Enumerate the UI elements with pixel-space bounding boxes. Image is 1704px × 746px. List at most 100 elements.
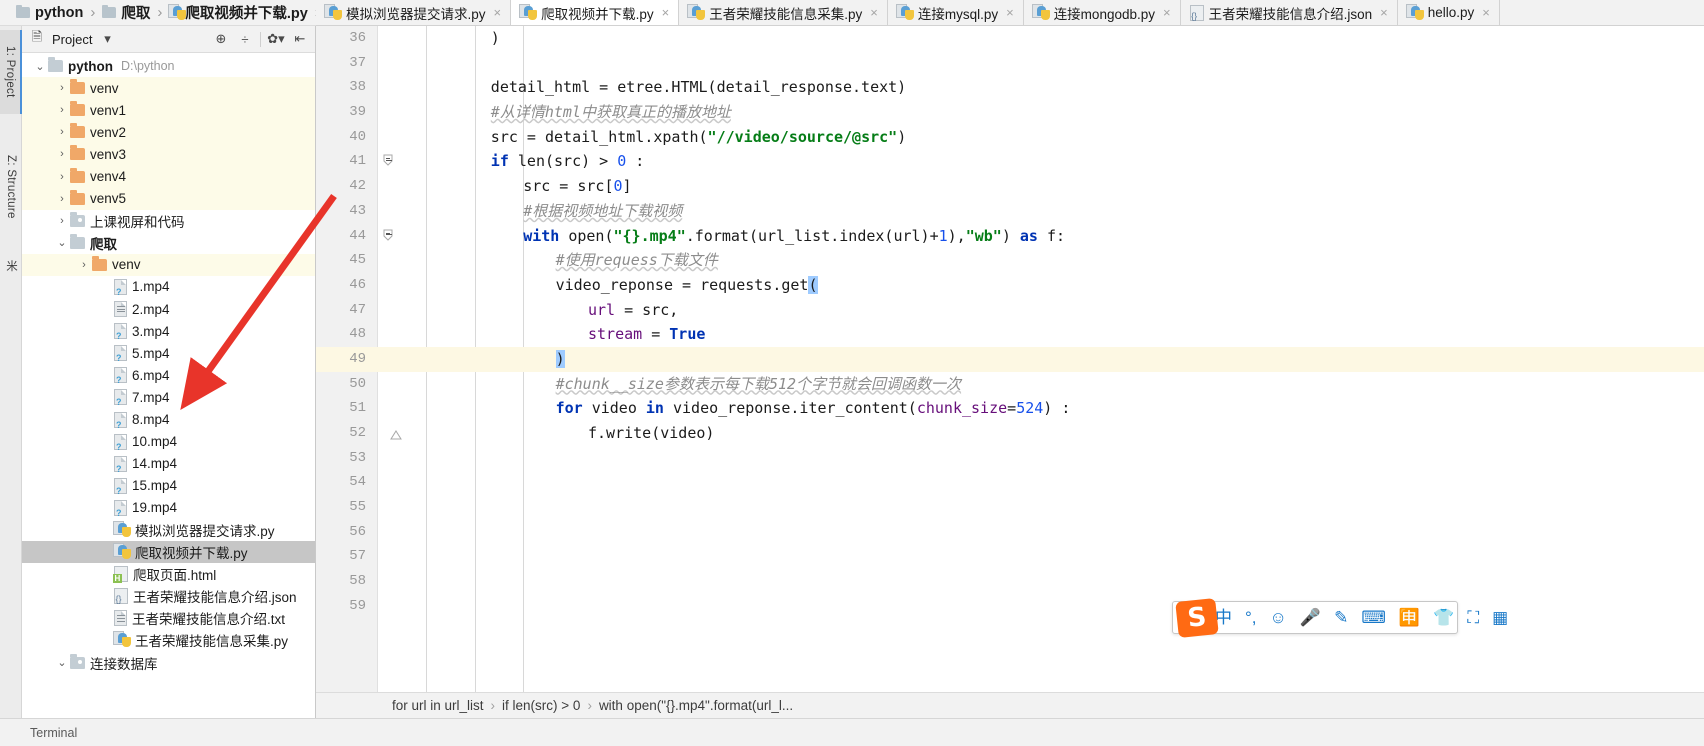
editor-tab-1[interactable]: 爬取视频并下载.py × [511, 0, 680, 25]
tree-item-venv1[interactable]: › venv1 [22, 99, 315, 122]
code-line-48[interactable]: 48 stream = True [316, 322, 1704, 347]
chevron-right-icon[interactable]: › [54, 126, 70, 138]
tree-item-paqu[interactable]: ⌄ 爬取 [22, 232, 315, 254]
code-line-56[interactable]: 56 [316, 520, 1704, 545]
code-line-55[interactable]: 55 [316, 495, 1704, 520]
structure-breadcrumb-item-0[interactable]: for url in url_list [392, 698, 484, 713]
editor-tab-0[interactable]: 模拟浏览器提交请求.py × [316, 0, 512, 25]
punctuation-icon[interactable]: °, [1245, 609, 1257, 626]
close-icon[interactable]: × [494, 5, 502, 20]
tree-item-venv[interactable]: › venv [22, 77, 315, 100]
soft-keyboard-icon[interactable]: ⌨ [1361, 609, 1386, 626]
chevron-right-icon[interactable]: › [54, 104, 70, 116]
code-line-58[interactable]: 58 [316, 569, 1704, 594]
tree-item-mp4-6[interactable]: ? 6.mp4 [22, 364, 315, 386]
code-line-41[interactable]: 41 if len(src) > 0 : [316, 149, 1704, 174]
project-tree[interactable]: ⌄ python D:\python › venv › venv1 › venv2 › venv3 ›… [22, 53, 315, 720]
close-icon[interactable]: × [1163, 5, 1171, 20]
structure-breadcrumb[interactable]: for url in url_list › if len(src) > 0 › with… [316, 692, 1704, 718]
chevron-right-icon[interactable]: › [54, 193, 70, 205]
tree-item-venv3[interactable]: › venv3 [22, 143, 315, 166]
tree-item-mp4-3[interactable]: ? 3.mp4 [22, 320, 315, 342]
rail-button-favorites[interactable]: 米 [0, 240, 22, 292]
breadcrumb-item-folder[interactable]: 爬取 [121, 2, 150, 23]
tree-item-mp4-19[interactable]: ? 19.mp4 [22, 497, 315, 519]
voice-input-icon[interactable]: 🎤 [1300, 609, 1321, 626]
code-editor[interactable]: 36) 37 38 detail_html = etree.HTML(detail_r… [316, 26, 1704, 692]
tree-item-txt-wz[interactable]: 王者荣耀技能信息介绍.txt [22, 607, 315, 629]
rail-button-structure[interactable]: Z: Structure [0, 144, 22, 230]
tree-item-venv4[interactable]: › venv4 [22, 165, 315, 188]
code-line-54[interactable]: 54 [316, 470, 1704, 495]
rail-button-project[interactable]: 1: Project [0, 30, 22, 114]
chevron-right-icon[interactable]: › [54, 82, 70, 94]
code-line-42[interactable]: 42 src = src[0] [316, 174, 1704, 199]
code-line-49[interactable]: 49) [316, 346, 1704, 372]
tree-item-shangke[interactable]: › 上课视屏和代码 [22, 210, 315, 232]
sogou-logo-icon[interactable]: S [1175, 598, 1219, 638]
collapse-all-icon[interactable]: ÷ [236, 30, 254, 48]
fold-toggle[interactable] [384, 427, 402, 440]
chevron-down-icon[interactable]: ⌄ [32, 60, 48, 73]
chevron-right-icon[interactable]: › [54, 215, 70, 227]
editor-tab-5[interactable]: {} 王者荣耀技能信息介绍.json × [1180, 0, 1398, 25]
code-line-40[interactable]: 40 src = detail_html.xpath("//video/sourc… [316, 125, 1704, 150]
tree-item-py-moni[interactable]: 模拟浏览器提交请求.py [22, 519, 315, 541]
code-line-45[interactable]: 45 #使用requess下载文件 [316, 248, 1704, 273]
code-line-57[interactable]: 57 [316, 544, 1704, 569]
code-line-38[interactable]: 38 detail_html = etree.HTML(detail_respon… [316, 75, 1704, 100]
toolbox-icon[interactable]: 👕 [1433, 609, 1454, 626]
chevron-down-icon[interactable]: ⌄ [54, 236, 70, 249]
breadcrumb-item-project[interactable]: python [35, 5, 83, 21]
tree-item-paqu-venv[interactable]: › venv [22, 253, 315, 276]
tree-item-venv5[interactable]: › venv5 [22, 187, 315, 210]
tree-item-json-wz[interactable]: {} 王者荣耀技能信息介绍.json [22, 585, 315, 607]
editor-tab-6[interactable]: hello.py × [1397, 0, 1500, 25]
tree-item-mp4-15[interactable]: ? 15.mp4 [22, 475, 315, 497]
code-line-44[interactable]: 44 with open("{}.mp4".format(url_list.ind… [316, 224, 1704, 249]
editor-tab-3[interactable]: 连接mysql.py × [887, 0, 1024, 25]
hide-panel-icon[interactable]: ⇤ [291, 30, 309, 48]
chevron-right-icon[interactable]: › [54, 148, 70, 160]
apps-icon[interactable]: ▦ [1492, 609, 1508, 626]
tree-item-html-paqu[interactable]: H 爬取页面.html [22, 563, 315, 585]
fold-toggle[interactable] [383, 154, 396, 168]
code-line-50[interactable]: 50 #chunk__size参数表示每下载512个字节就会回调函数一次 [316, 372, 1704, 397]
code-line-36[interactable]: 36) [316, 26, 1704, 51]
editor-tab-4[interactable]: 连接mongodb.py × [1023, 0, 1181, 25]
structure-breadcrumb-item-2[interactable]: with open("{}.mp4".format(url_l... [599, 698, 793, 713]
fold-toggle[interactable] [383, 229, 396, 242]
structure-breadcrumb-item-1[interactable]: if len(src) > 0 [502, 698, 580, 713]
code-line-43[interactable]: 43 #根据视频地址下载视频 [316, 199, 1704, 224]
close-icon[interactable]: × [1380, 5, 1388, 20]
code-line-53[interactable]: 53 [316, 446, 1704, 471]
close-icon[interactable]: × [1006, 5, 1014, 20]
breadcrumb-item-file[interactable]: 爬取视频并下载.py [185, 2, 307, 23]
tree-item-mp4-7[interactable]: ? 7.mp4 [22, 386, 315, 408]
close-icon[interactable]: × [870, 5, 878, 20]
emoji-icon[interactable]: ☺ [1270, 609, 1287, 626]
close-icon[interactable]: × [662, 5, 670, 20]
tree-item-mp4-10[interactable]: ? 10.mp4 [22, 431, 315, 453]
tree-item-mp4-2[interactable]: 2.mp4 [22, 298, 315, 320]
tree-item-python-root[interactable]: ⌄ python D:\python [22, 55, 315, 77]
chevron-right-icon[interactable]: › [76, 259, 92, 271]
chevron-down-icon[interactable]: ⌄ [54, 656, 70, 669]
sogou-ime-toolbar[interactable]: S 中 °, ☺ 🎤 ✎ ⌨ 🈸 👕 ⛶ ▦ [1172, 598, 1508, 638]
tree-item-mp4-5[interactable]: ? 5.mp4 [22, 342, 315, 364]
tree-item-mp4-1[interactable]: ? 1.mp4 [22, 276, 315, 298]
code-line-47[interactable]: 47 url = src, [316, 298, 1704, 323]
tree-item-py-paqu[interactable]: 爬取视频并下载.py [22, 541, 315, 564]
target-icon[interactable]: ⊕ [212, 30, 230, 48]
tree-item-mp4-8[interactable]: ? 8.mp4 [22, 409, 315, 431]
code-line-46[interactable]: 46 video_reponse = requests.get( [316, 273, 1704, 298]
code-line-37[interactable]: 37 [316, 51, 1704, 76]
tree-item-lianjie-db[interactable]: ⌄ 连接数据库 [22, 652, 315, 674]
chevron-down-icon[interactable]: ▾ [98, 30, 116, 48]
screenshot-icon[interactable]: ⛶ [1467, 609, 1479, 626]
close-icon[interactable]: × [1482, 5, 1490, 20]
handwriting-icon[interactable]: ✎ [1334, 609, 1348, 626]
code-lines[interactable]: 36) 37 38 detail_html = etree.HTML(detail_r… [316, 26, 1704, 692]
editor-tab-2[interactable]: 王者荣耀技能信息采集.py × [679, 0, 888, 25]
terminal-button[interactable]: Terminal [30, 726, 77, 740]
